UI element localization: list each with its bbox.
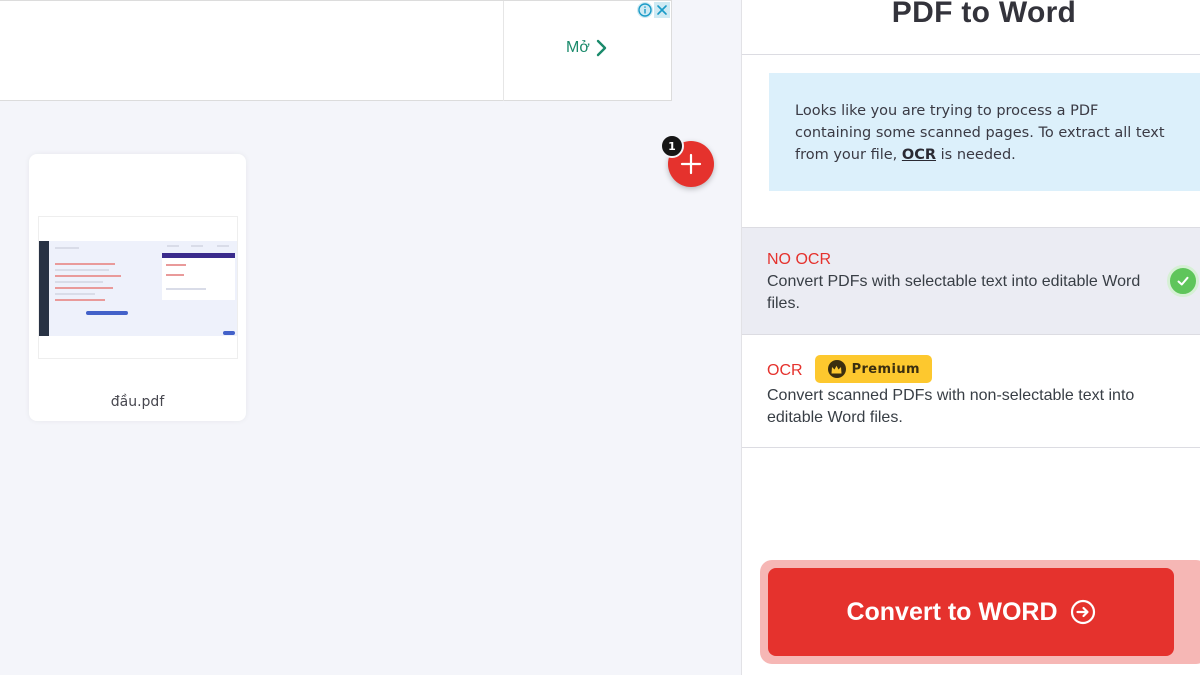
close-icon[interactable]: [654, 2, 670, 18]
arrow-right-circle-icon: [1070, 599, 1095, 625]
file-name: đầu.pdf: [110, 394, 165, 410]
files-count-badge: 1: [660, 134, 684, 158]
chevron-right-icon: [596, 39, 607, 57]
info-icon[interactable]: [637, 2, 653, 18]
tool-title: PDF to Word: [891, 0, 1077, 29]
check-icon: [1167, 265, 1199, 297]
option-ocr-description: Convert scanned PDFs with non-selectable…: [767, 387, 1135, 426]
ad-open-label: Mở: [566, 39, 590, 56]
premium-label: Premium: [851, 361, 920, 377]
ad-banner: Mở: [0, 0, 672, 101]
notice-text-end: is needed.: [936, 147, 1016, 163]
plus-icon: [680, 153, 702, 175]
option-no-ocr-description: Convert PDFs with selectable text into e…: [767, 273, 1141, 312]
options-sidebar: PDF to Word Looks like you are trying to…: [741, 0, 1200, 675]
file-workspace: Mở đầu.pdf 1: [0, 0, 741, 675]
ad-open-link[interactable]: Mở: [566, 39, 608, 57]
ocr-notice: Looks like you are trying to process a P…: [769, 73, 1200, 191]
crown-icon: [827, 360, 846, 378]
convert-button[interactable]: Convert to WORD: [768, 568, 1174, 656]
option-ocr[interactable]: OCR Premium Convert scanned PDFs with no…: [742, 335, 1200, 448]
premium-badge: Premium: [814, 355, 932, 383]
ocr-link[interactable]: OCR: [902, 147, 936, 163]
option-ocr-title: OCR: [767, 361, 803, 379]
file-card[interactable]: đầu.pdf: [29, 154, 246, 421]
option-no-ocr-title: NO OCR: [767, 251, 831, 268]
convert-button-focus-ring: Convert to WORD: [760, 560, 1200, 664]
file-thumbnail: [38, 216, 238, 359]
ad-divider: [503, 1, 504, 101]
convert-label: Convert to WORD: [846, 597, 1058, 626]
title-divider: [742, 54, 1200, 55]
option-no-ocr[interactable]: NO OCR Convert PDFs with selectable text…: [742, 227, 1200, 335]
ad-controls: [637, 2, 670, 18]
